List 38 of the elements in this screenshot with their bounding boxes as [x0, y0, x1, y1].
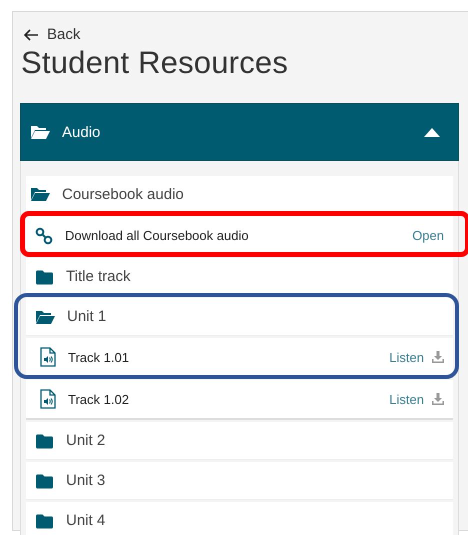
collapse-caret-icon — [424, 128, 440, 136]
item-label: Unit 1 — [67, 308, 108, 325]
item-label: Track 1.01 — [68, 350, 130, 364]
item-label: Title track — [66, 268, 132, 285]
folder-row[interactable]: Unit 1 — [26, 298, 453, 336]
open-link[interactable]: Open — [412, 228, 444, 243]
folder-icon — [35, 432, 54, 448]
folder-icon — [35, 268, 54, 284]
item-label: Download all Coursebook audio — [65, 228, 250, 243]
open-folder-icon — [30, 124, 50, 140]
folder-row[interactable]: Coursebook audio — [26, 176, 453, 214]
folder-row[interactable]: Unit 3 — [26, 462, 453, 500]
folder-icon — [35, 472, 54, 488]
item-label: Track 1.02 — [68, 392, 130, 406]
item-label: Unit 2 — [66, 432, 106, 449]
back-arrow-icon — [23, 28, 39, 40]
track-row[interactable]: Track 1.01 Listen — [26, 338, 453, 378]
back-link[interactable]: Back — [23, 26, 468, 43]
listen-link[interactable]: Listen — [389, 392, 424, 406]
page-title: Student Resources — [21, 45, 290, 81]
item-label: Unit 3 — [66, 472, 106, 489]
folder-row[interactable]: Unit 4 — [26, 502, 453, 535]
track-row[interactable]: Track 1.02 Listen — [26, 380, 453, 420]
folder-row[interactable]: Title track — [26, 258, 453, 296]
download-icon — [432, 351, 444, 363]
download-icon — [432, 393, 444, 405]
open-folder-icon — [35, 308, 55, 324]
section-title: Audio — [62, 124, 102, 140]
audio-file-icon — [40, 347, 56, 367]
item-label: Unit 4 — [66, 512, 106, 529]
item-label: Coursebook audio — [62, 186, 185, 202]
listen-link[interactable]: Listen — [389, 350, 424, 364]
folder-row[interactable]: Unit 2 — [26, 422, 453, 460]
open-folder-icon — [30, 186, 50, 202]
section-header[interactable]: Audio — [20, 103, 459, 161]
audio-file-icon — [40, 389, 56, 409]
folder-icon — [35, 512, 54, 528]
link-icon — [35, 226, 53, 244]
